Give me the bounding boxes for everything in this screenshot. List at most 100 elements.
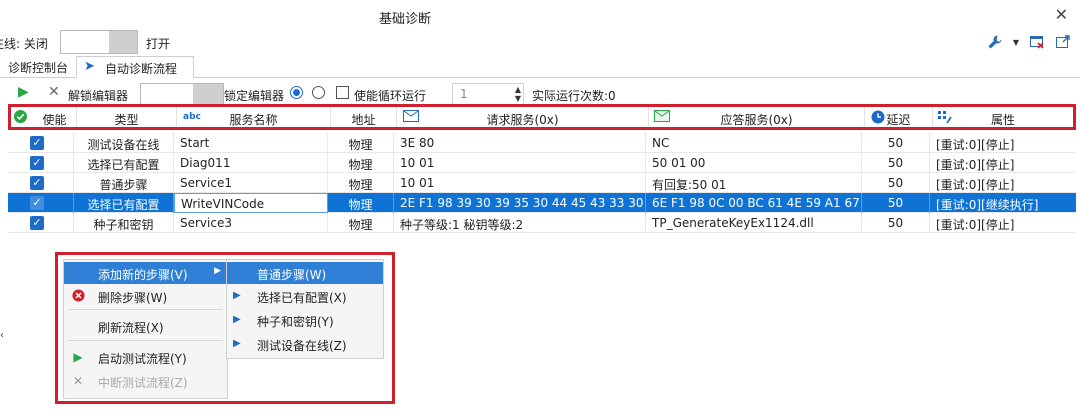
- menu-item-refresh-flow[interactable]: 刷新流程(X): [64, 315, 227, 337]
- col-enable[interactable]: 使能: [33, 107, 77, 127]
- enable-cell[interactable]: ✓: [8, 193, 74, 213]
- wrench-icon[interactable]: [986, 33, 1004, 51]
- address-cell[interactable]: 物理: [328, 213, 394, 233]
- type-cell[interactable]: 选择已有配置: [74, 153, 174, 173]
- triangle-right-icon: ▶: [233, 338, 241, 349]
- tab-auto-diagnostic-flow[interactable]: ➤ 自动诊断流程: [76, 56, 194, 78]
- table-row[interactable]: ✓ 选择已有配置 Diag011 物理 10 01 50 01 00 50 [重…: [8, 153, 1076, 173]
- tab-bar: 诊断控制台 ➤ 自动诊断流程: [0, 56, 1080, 78]
- menu-item-delete-step[interactable]: 删除步骤(W): [64, 285, 227, 307]
- type-cell[interactable]: 种子和密钥: [74, 213, 174, 233]
- window-title: 基础诊断: [378, 12, 431, 27]
- table-row[interactable]: ✓ 测试设备在线 Start 物理 3E 80 NC 50 [重试:0][停止]: [8, 133, 1076, 153]
- online-toggle-open-label: 打开: [146, 37, 171, 51]
- type-cell[interactable]: 测试设备在线: [74, 133, 174, 153]
- loop-run-checkbox[interactable]: [336, 86, 349, 99]
- type-cell[interactable]: 选择已有配置: [74, 193, 174, 213]
- lock-radio-on[interactable]: [290, 86, 303, 99]
- online-toggle[interactable]: [60, 30, 138, 54]
- chevron-left-icon[interactable]: ‹: [0, 330, 4, 341]
- col-property[interactable]: 属性: [933, 107, 1073, 127]
- col-delay[interactable]: 延迟: [865, 107, 933, 127]
- delay-cell[interactable]: 50: [862, 133, 930, 153]
- loop-run-label: 使能循环运行: [354, 89, 427, 103]
- play-icon[interactable]: ▶: [18, 84, 29, 100]
- submenu-item-normal-step[interactable]: 普通步骤(W): [227, 262, 383, 284]
- table-row-selected[interactable]: ✓ 选择已有配置 WriteVINCode 物理 2E F1 98 39 30 …: [8, 193, 1076, 213]
- run-count-label: 实际运行次数:0: [532, 89, 616, 103]
- response-cell[interactable]: 50 01 00: [646, 153, 862, 173]
- context-menu: 添加新的步骤(V) ▶ 删除步骤(W) 刷新流程(X) ▶ 启动测试流程(Y) …: [63, 259, 228, 399]
- menu-item-add-step[interactable]: 添加新的步骤(V) ▶: [64, 262, 227, 284]
- enable-cell[interactable]: ✓: [8, 213, 74, 233]
- stop-icon[interactable]: ✕: [48, 84, 60, 100]
- online-bar: 在线: 关闭 打开 ▼: [0, 30, 1080, 56]
- response-cell[interactable]: TP_GenerateKeyEx1124.dll: [646, 213, 862, 233]
- window-tools: ▼: [986, 33, 1072, 51]
- type-cell[interactable]: 普通步骤: [74, 173, 174, 193]
- paper-plane-icon: ➤: [84, 59, 95, 74]
- loop-count-stepper[interactable]: 1 ▲ ▼: [452, 83, 524, 105]
- menu-item-add-step-label: 添加新的步骤(V): [98, 268, 188, 282]
- stepper-arrows-icon[interactable]: ▲ ▼: [515, 85, 521, 103]
- address-cell[interactable]: 物理: [328, 133, 394, 153]
- response-cell[interactable]: NC: [646, 133, 862, 153]
- property-cell[interactable]: [重试:0][停止]: [930, 153, 1076, 173]
- check-circle-icon: [13, 109, 28, 127]
- delay-cell[interactable]: 50: [862, 173, 930, 193]
- menu-item-start-test-flow[interactable]: ▶ 启动测试流程(Y): [64, 346, 227, 368]
- request-cell[interactable]: 10 01: [394, 153, 646, 173]
- delay-cell[interactable]: 50: [862, 193, 930, 213]
- address-cell[interactable]: 物理: [328, 193, 394, 213]
- table-row[interactable]: ✓ 种子和密钥 Service3 物理 种子等级:1 秘钥等级:2 TP_Gen…: [8, 213, 1076, 233]
- chevron-down-icon[interactable]: ▼: [1012, 33, 1020, 51]
- flow-toolbar: ▶ ✕ 解锁编辑器 锁定编辑器 使能循环运行 1 ▲ ▼ 实际运行次数:0: [10, 82, 1080, 106]
- response-cell[interactable]: 6E F1 98 0C 00 BC 61 4E 59 A1 67 72: [646, 193, 862, 213]
- submenu-item-seed-key[interactable]: ▶ 种子和密钥(Y): [227, 309, 383, 331]
- col-response[interactable]: 应答服务(0x): [649, 107, 865, 127]
- service-name-cell[interactable]: Diag011: [174, 153, 328, 173]
- checkbox-checked-icon[interactable]: ✓: [30, 136, 44, 150]
- service-name-cell[interactable]: Service3: [174, 213, 328, 233]
- enable-cell[interactable]: ✓: [8, 173, 74, 193]
- table-row[interactable]: ✓ 普通步骤 Service1 物理 10 01 有回复:50 01 50 [重…: [8, 173, 1076, 193]
- col-service-name[interactable]: 服务名称: [177, 107, 331, 127]
- request-cell[interactable]: 种子等级:1 秘钥等级:2: [394, 213, 646, 233]
- submenu-item-select-config-label: 选择已有配置(X): [257, 291, 347, 305]
- service-name-cell[interactable]: Service1: [174, 173, 328, 193]
- col-address[interactable]: 地址: [331, 107, 397, 127]
- tab-diagnostic-console[interactable]: 诊断控制台: [4, 56, 72, 78]
- menu-item-delete-step-label: 删除步骤(W): [98, 291, 168, 305]
- service-name-cell[interactable]: Start: [174, 133, 328, 153]
- tab-auto-diagnostic-flow-label: 自动诊断流程: [105, 62, 178, 76]
- col-type[interactable]: 类型: [77, 107, 177, 127]
- checkbox-checked-icon[interactable]: ✓: [30, 216, 44, 230]
- enable-cell[interactable]: ✓: [8, 133, 74, 153]
- property-cell[interactable]: [重试:0][继续执行]: [930, 193, 1076, 213]
- request-cell[interactable]: 10 01: [394, 173, 646, 193]
- service-name-edit-input[interactable]: WriteVINCode: [174, 193, 328, 213]
- close-icon[interactable]: ✕: [1055, 5, 1068, 24]
- property-cell[interactable]: [重试:0][停止]: [930, 213, 1076, 233]
- delay-cell[interactable]: 50: [862, 153, 930, 173]
- request-cell[interactable]: 2E F1 98 39 30 39 35 30 44 45 43 33 30 3…: [394, 193, 646, 213]
- address-cell[interactable]: 物理: [328, 153, 394, 173]
- checkbox-checked-icon[interactable]: ✓: [30, 196, 44, 210]
- editor-lock-toggle[interactable]: [140, 83, 224, 105]
- request-cell[interactable]: 3E 80: [394, 133, 646, 153]
- address-cell[interactable]: 物理: [328, 173, 394, 193]
- menu-separator: [68, 309, 223, 310]
- lock-radio-off[interactable]: [312, 86, 325, 99]
- export-icon[interactable]: [1054, 33, 1072, 51]
- submenu-item-select-config[interactable]: ▶ 选择已有配置(X): [227, 285, 383, 307]
- property-cell[interactable]: [重试:0][停止]: [930, 173, 1076, 193]
- property-cell[interactable]: [重试:0][停止]: [930, 133, 1076, 153]
- checkbox-checked-icon[interactable]: ✓: [30, 176, 44, 190]
- response-cell[interactable]: 有回复:50 01: [646, 173, 862, 193]
- col-request[interactable]: 请求服务(0x): [397, 107, 649, 127]
- delay-cell[interactable]: 50: [862, 213, 930, 233]
- submenu-item-test-device-online[interactable]: ▶ 测试设备在线(Z): [227, 333, 383, 355]
- enable-cell[interactable]: ✓: [8, 153, 74, 173]
- checkbox-checked-icon[interactable]: ✓: [30, 156, 44, 170]
- close-panel-icon[interactable]: [1028, 33, 1046, 51]
